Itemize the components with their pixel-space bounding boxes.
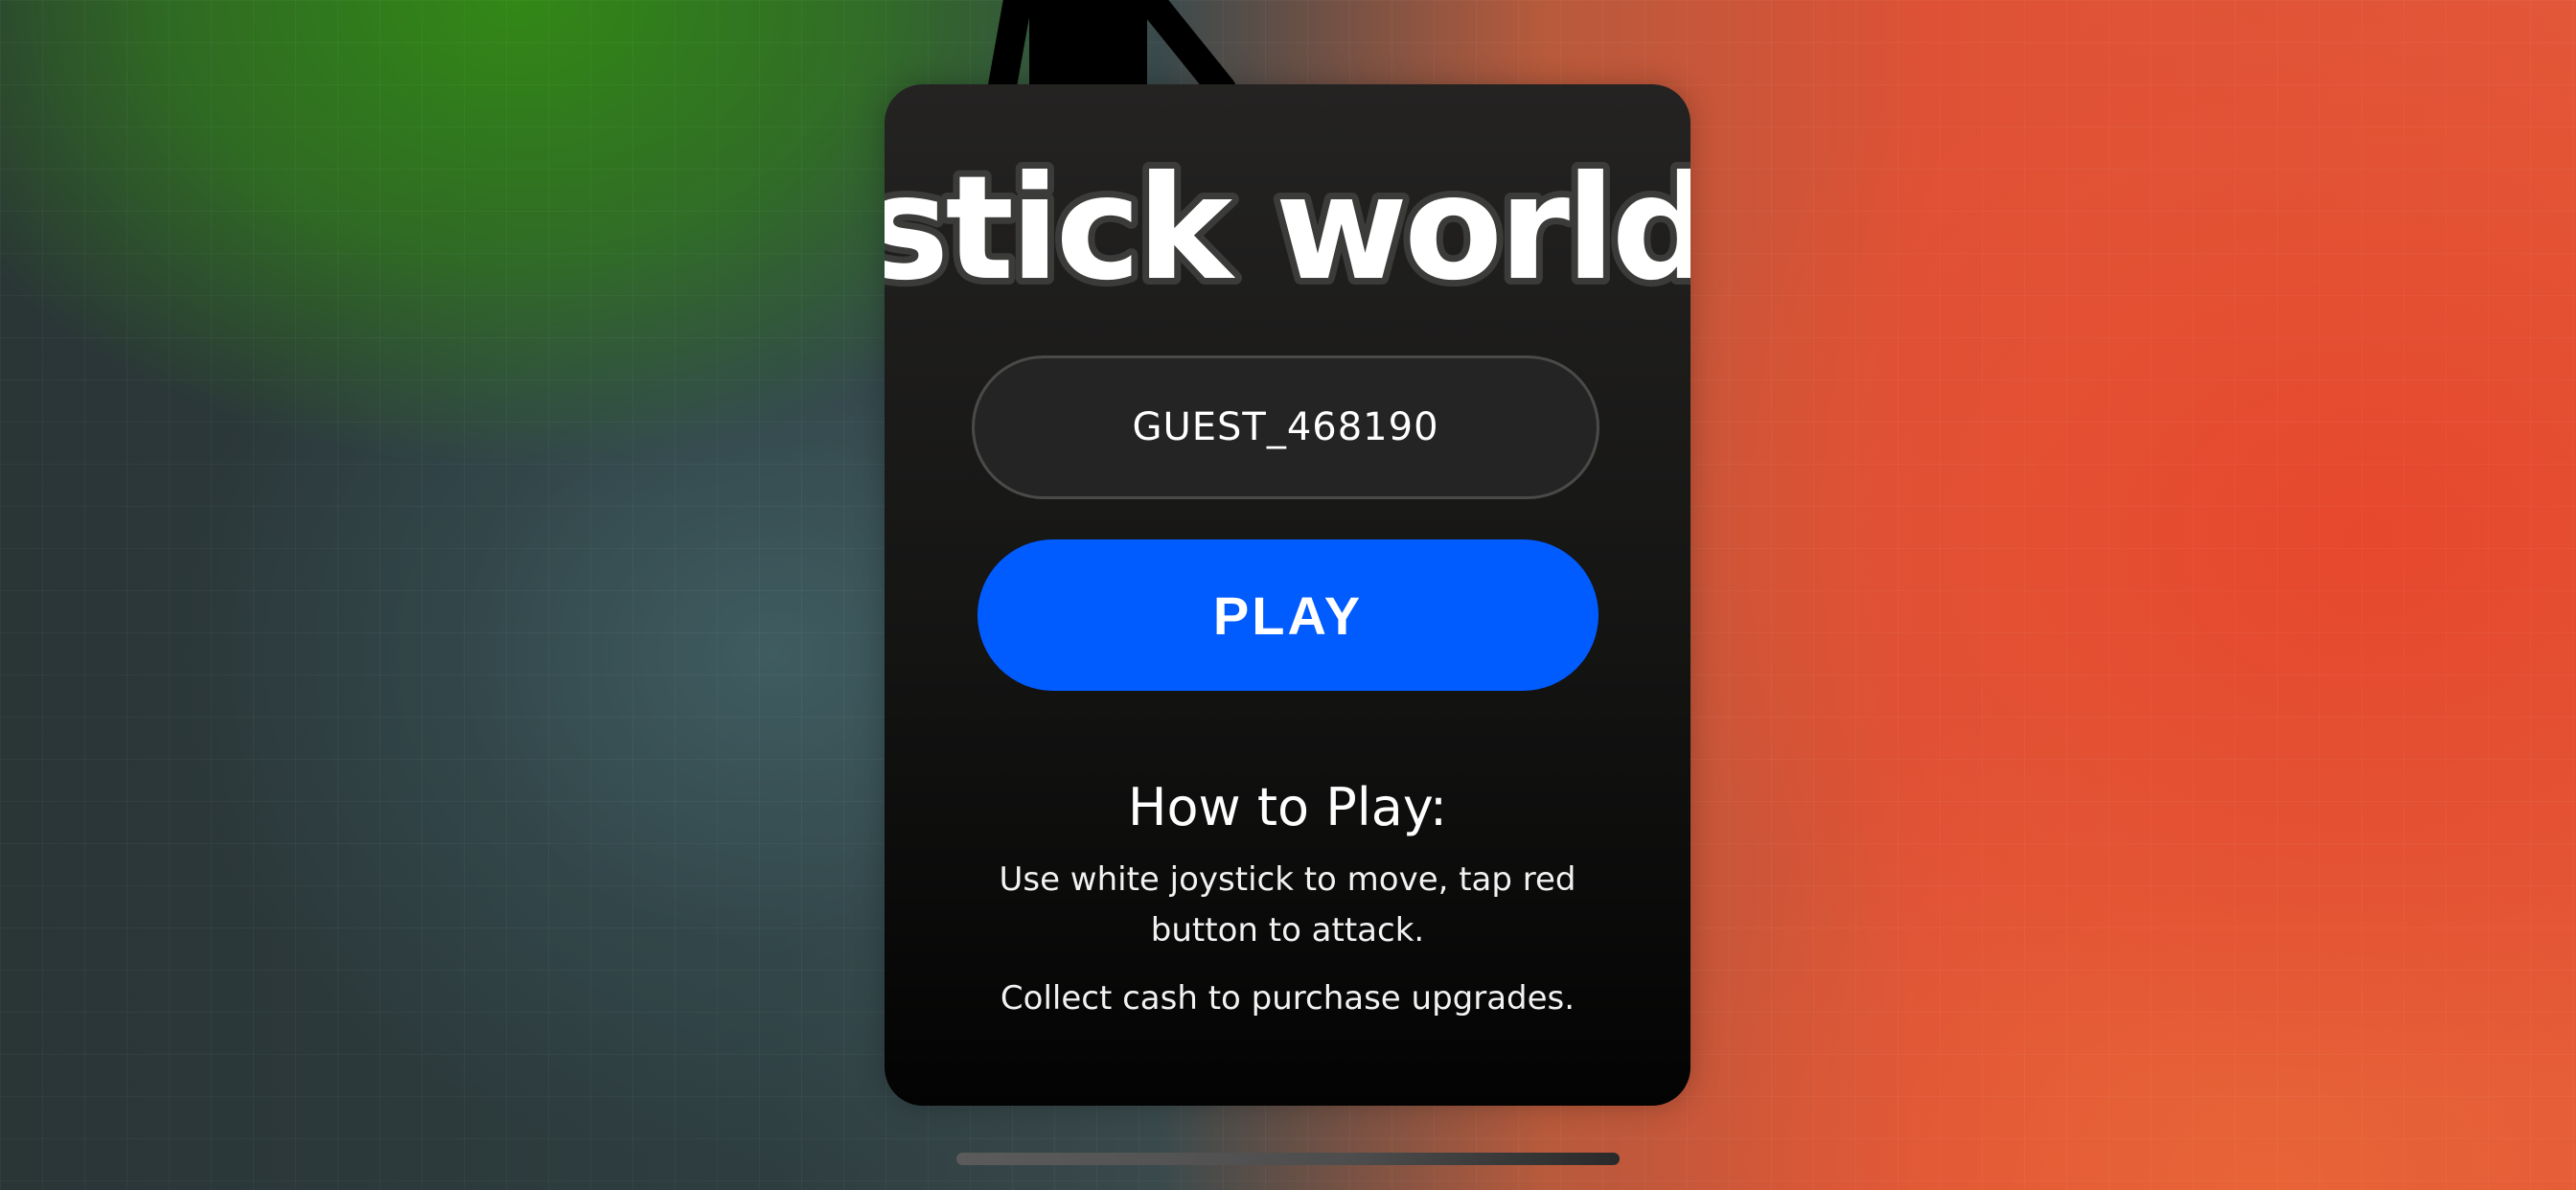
username-input[interactable] [972, 355, 1599, 499]
how-to-play-heading: How to Play: [1127, 777, 1448, 837]
game-logo-text: stick world [885, 161, 1690, 312]
play-button[interactable]: PLAY [978, 539, 1598, 691]
instructions-controls-text: Use white joystick to move, tap red butt… [999, 860, 1576, 950]
login-panel: stick world PLAY How to Play: Use white … [885, 84, 1690, 1106]
home-indicator-bar[interactable] [956, 1153, 1620, 1165]
instructions-upgrades-text: Collect cash to purchase upgrades. [1000, 979, 1576, 1018]
game-logo: stick world [885, 161, 1690, 314]
